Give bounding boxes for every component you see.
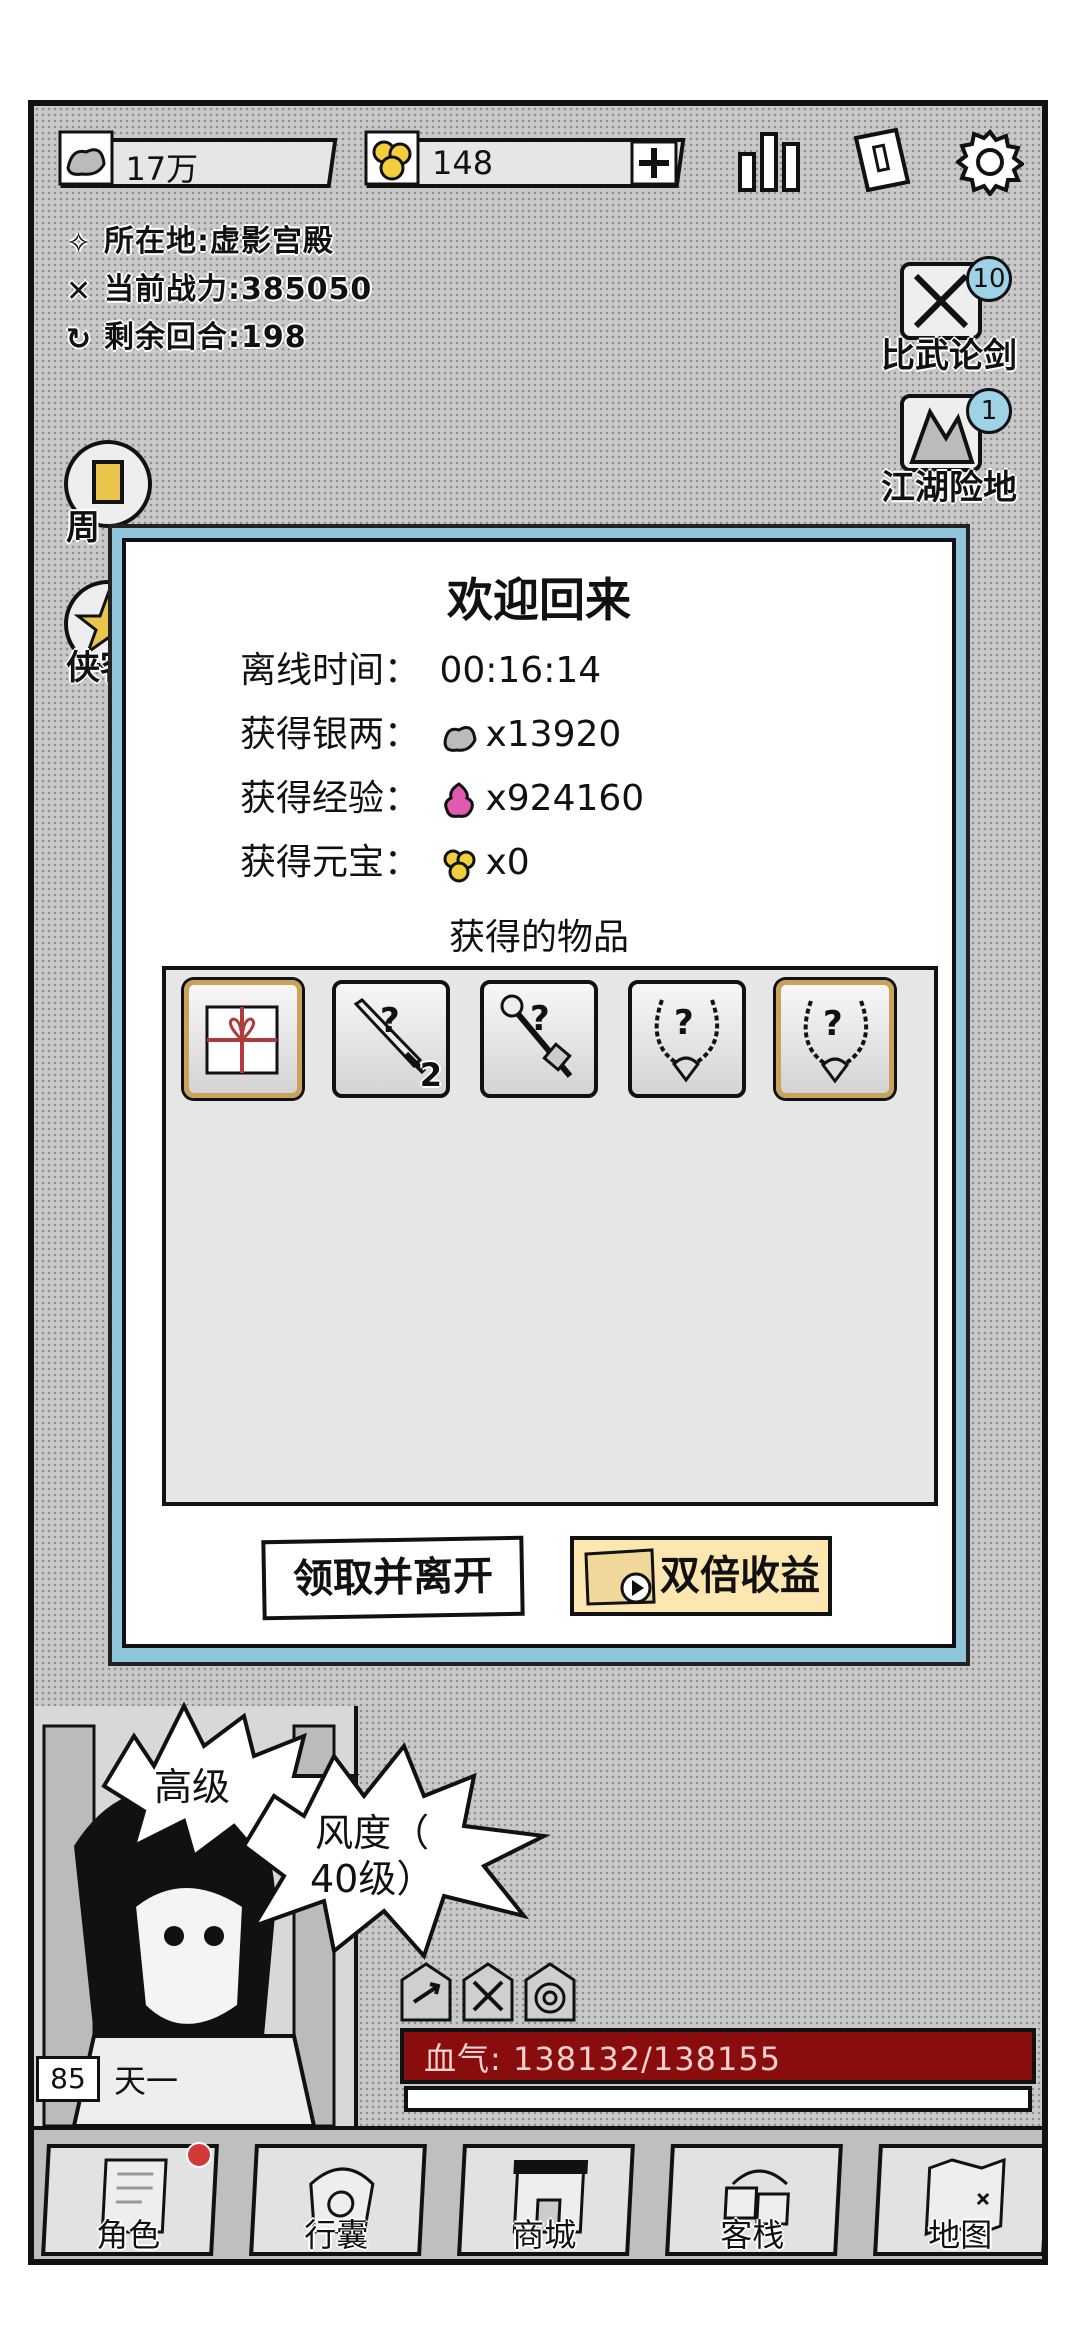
- nav-map[interactable]: 地图: [873, 2144, 1042, 2256]
- claim-and-leave-button[interactable]: 领取并离开: [261, 1535, 525, 1621]
- svg-text:?: ?: [674, 1003, 694, 1043]
- silver-amount: 17万: [125, 150, 199, 188]
- ingot-gain-value: x0: [485, 842, 530, 883]
- ingot-gain-label: 获得元宝：: [240, 842, 421, 883]
- rounds-value: 198: [241, 320, 307, 355]
- welcome-dialog: 欢迎回来 离线时间： 00:16:14 获得银两： x13920 获得经验： x…: [108, 524, 970, 1666]
- rounds-info: ↻ 剩余回合:198: [66, 320, 307, 357]
- location-label: 所在地: [104, 224, 197, 259]
- rounds-label: 剩余回合: [104, 320, 228, 355]
- speech-right-text: 风度（ 40级）: [310, 1810, 434, 1902]
- buff-arrow-icon[interactable]: [400, 1962, 452, 2022]
- gift-box-icon: [205, 1005, 279, 1075]
- nav-bag[interactable]: 行囊: [249, 2144, 427, 2256]
- hp-label: 血气:: [424, 2040, 502, 2078]
- double-reward-label: 双倍收益: [660, 1553, 820, 1599]
- dungeon-label: 江湖险地: [881, 468, 1017, 508]
- speech-right-line2: 40级）: [310, 1857, 435, 1901]
- nav-character-label: 角色: [96, 2216, 161, 2254]
- power-value: 385050: [241, 272, 373, 307]
- ingot-gain: x0: [439, 838, 530, 888]
- silver-gain-value: x13920: [485, 714, 622, 755]
- arena-badge: 10: [966, 256, 1012, 302]
- exp-gain-label: 获得经验：: [240, 778, 421, 819]
- weekly-label: 周: [66, 508, 100, 548]
- nav-bag-label: 行囊: [304, 2216, 369, 2254]
- gold-ingot-icon: [364, 130, 420, 186]
- nav-shop-label: 商城: [512, 2216, 577, 2254]
- svg-text:?: ?: [380, 1001, 400, 1041]
- hp-bar: 血气: 138132/138155: [400, 2028, 1036, 2084]
- nav-map-label: 地图: [928, 2216, 993, 2254]
- location-info: ✧ 所在地:虚影宫殿: [66, 224, 334, 261]
- item-slot-sword[interactable]: ? 2: [332, 980, 450, 1098]
- items-panel: ? 2 ? ? ?: [162, 966, 938, 1506]
- exp-gain-value: x924160: [485, 778, 645, 819]
- item-count: 2: [419, 1056, 442, 1094]
- arena-label: 比武论剑: [881, 336, 1017, 376]
- character-name: 天一: [114, 2062, 179, 2100]
- offline-value: 00:16:14: [439, 650, 602, 691]
- item-slot-necklace-1[interactable]: ?: [628, 980, 746, 1098]
- buff-swords-icon[interactable]: [462, 1962, 514, 2022]
- dungeon-button[interactable]: 1 江湖险地: [864, 388, 1017, 508]
- crossed-swords-icon: ✕: [66, 273, 93, 309]
- buff-target-icon[interactable]: [524, 1962, 576, 2022]
- plus-icon[interactable]: [630, 140, 678, 186]
- location-value: 虚影宫殿: [210, 224, 334, 259]
- hp-text: 血气: 138132/138155: [424, 2034, 781, 2080]
- nav-inn[interactable]: 客栈: [665, 2144, 843, 2256]
- nav-inn-label: 客栈: [720, 2216, 785, 2254]
- speech-left-text: 高级: [154, 1765, 231, 1809]
- silver-gain-label: 获得银两：: [240, 714, 421, 755]
- exp-orb-icon: [444, 782, 475, 818]
- exp-row: 获得经验： x924160: [240, 774, 644, 824]
- nav-shop[interactable]: 商城: [457, 2144, 635, 2256]
- gold-amount: 148: [432, 144, 494, 182]
- dialog-title: 欢迎回来: [447, 573, 631, 627]
- hp-value: 138132/138155: [512, 2040, 782, 2078]
- double-reward-button[interactable]: 双倍收益: [570, 1536, 832, 1616]
- exp-bar: [404, 2086, 1032, 2112]
- scroll-icon[interactable]: [846, 124, 918, 196]
- notification-dot: [186, 2142, 212, 2168]
- dungeon-badge: 1: [966, 388, 1012, 434]
- character-level: 85: [36, 2056, 100, 2102]
- arena-button[interactable]: 10 比武论剑: [864, 256, 1017, 376]
- ranking-icon[interactable]: [734, 128, 804, 194]
- video-play-icon: [584, 1548, 656, 1606]
- mystery-necklace-icon: ?: [803, 1000, 869, 1084]
- bottom-nav: 角色 行囊 商城 客栈 地图: [34, 2126, 1042, 2259]
- svg-text:?: ?: [823, 1004, 843, 1044]
- item-slot-necklace-2[interactable]: ?: [776, 980, 894, 1098]
- exp-gain: x924160: [439, 774, 644, 824]
- offline-time-row: 离线时间： 00:16:14: [240, 646, 601, 696]
- cycle-icon: ↻: [66, 321, 93, 357]
- compass-icon: ✧: [66, 225, 93, 261]
- svg-text:?: ?: [530, 999, 550, 1039]
- item-slot-staff[interactable]: ?: [480, 980, 598, 1098]
- power-label: 当前战力: [104, 272, 228, 307]
- silver-icon: [58, 130, 114, 186]
- gear-icon[interactable]: [956, 128, 1024, 196]
- items-title: 获得的物品: [448, 917, 629, 958]
- silver-gain: x13920: [439, 710, 621, 760]
- mystery-necklace-icon: ?: [654, 999, 720, 1083]
- mystery-staff-icon: ?: [500, 994, 573, 1078]
- item-slot-gift[interactable]: [184, 980, 302, 1098]
- dialog-body: 欢迎回来 离线时间： 00:16:14 获得银两： x13920 获得经验： x…: [122, 538, 956, 1648]
- speech-right-line1: 风度（: [315, 1811, 430, 1855]
- offline-label: 离线时间：: [240, 650, 421, 691]
- ingot-row: 获得元宝： x0: [240, 838, 530, 888]
- gold-ingot-icon: [443, 849, 476, 883]
- silver-row: 获得银两： x13920: [240, 710, 621, 760]
- silver-icon: [443, 726, 478, 752]
- power-info: ✕ 当前战力:385050: [66, 272, 373, 309]
